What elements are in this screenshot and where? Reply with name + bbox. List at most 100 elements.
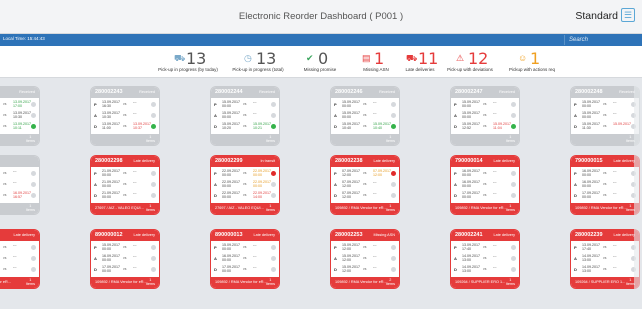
planned-time-value: 00:00 [462,195,471,200]
kpi-value: 0 [318,49,329,68]
order-card[interactable]: 280002248 Received P 15.09.2017 00:00 vs --- A 1… [570,86,640,146]
actual-date-value: --- [613,169,617,173]
status-dot [511,182,516,187]
status-dot [31,193,36,198]
actual-date: --- [613,180,617,184]
actual-date: --- [493,265,497,269]
supplier-label: 109892 / RMA Vendor for eR... [575,206,627,210]
planned-date: 13.09.2017 10:30 [102,111,120,119]
actual-time-value: 10:11 [13,126,22,131]
date-row: Avs--- [0,254,39,264]
status-dot [271,102,276,107]
filter-icon[interactable]: ☰ [621,8,635,22]
status-dot [391,245,396,250]
items-count: 1 Items [26,204,35,213]
search-input[interactable]: Search [564,35,640,45]
kpi-bar: ⛟ 13 Pick-up in progress (by today) ◷ 13 Pick… [0,46,642,78]
actual-time-value: 10:37 [133,126,142,131]
date-row: A 13.09.2017 10:30 vs --- [91,111,159,121]
order-card[interactable]: 890000013 Late delivery P 15.09.2017 00:00 vs… [210,229,280,289]
order-card[interactable]: 890000012 Late delivery P 15.09.2017 00:00 vs… [90,229,160,289]
date-row: A 07.09.2017 12:00 vs --- [331,180,399,190]
order-card[interactable]: Pvs---Avs---Dvs16.09.201716:571Items [0,155,40,215]
card-footer: 27697 / AIZ - VALEO EQUI... 1 Items [91,203,159,214]
actual-date: --- [253,111,257,115]
vs-label: vs [363,171,367,175]
status-badge: Late delivery [133,233,155,237]
status-dot [391,102,396,107]
planned-time-value: 00:00 [102,247,111,252]
order-number: 280002243 [95,89,123,95]
vs-label: vs [603,124,607,128]
supplier-label: 109892 / RMA Vendor for eR... [335,280,387,284]
actual-date: --- [13,169,17,173]
card-header: 790000015 Late delivery [571,156,639,167]
planned-time-value: 00:00 [582,195,591,200]
actual-date: 16.09.2017 16:57 [13,191,31,199]
planned-date: 15.09.2017 12:00 [342,243,360,251]
status-dot [391,113,396,118]
order-card[interactable]: 280002247 Received P 15.09.2017 00:00 vs --- A 1… [450,86,520,146]
planned-date: 07.09.2017 12:00 [342,180,360,188]
user-icon: ☺ [518,53,528,63]
order-card[interactable]: 280002244 Received P 15.09.2017 00:00 vs --- A 1… [210,86,280,146]
kpi-tile[interactable]: ⛟ 13 Pick-up in progress (by today) [148,49,228,77]
vs-label: vs [483,171,487,175]
status-dot [391,256,396,261]
vs-label: vs [603,171,607,175]
actual-time-value: 00:00 [253,184,262,189]
row-key: P [574,102,577,107]
vs-label: vs [123,171,127,175]
card-header: 280002239 Late delivery [571,230,639,241]
actual-date-value: --- [613,180,617,184]
order-card[interactable]: 280002239 Late delivery P 13.09.2017 17:40 vs… [570,229,640,289]
row-key: D [454,267,457,272]
kpi-tile[interactable]: ☺ 1 Pickup with actions req [492,49,572,77]
date-row: P 15.09.2017 12:00 vs --- [331,243,399,253]
kpi-value: 13 [186,49,207,68]
actual-date-value: --- [253,111,257,115]
planned-date: 15.09.2017 00:00 [102,243,120,251]
vs-label: vs [603,193,607,197]
row-key: D [94,193,97,198]
date-row: P 16.09.2017 00:00 vs --- [451,169,519,179]
scroll-fade [634,84,642,309]
actual-date-value: --- [373,180,377,184]
order-card[interactable]: 280002241 Late delivery P 13.09.2017 17:40 vs… [450,229,520,289]
date-row: P 21.09.2017 00:00 vs --- [91,169,159,179]
row-key: D [214,267,217,272]
vs-label: vs [483,267,487,271]
row-key: D [214,124,217,129]
planned-date: 15.09.2017 00:00 [222,243,240,251]
vs-label: vs [483,193,487,197]
order-card[interactable]: 790000014 Late delivery P 16.09.2017 00:00 vs… [450,155,520,215]
card-header: 280002238 Late delivery [331,156,399,167]
order-card[interactable]: 280002243 Received P 13.09.2017 16:30 vs --- A 1… [90,86,160,146]
order-card[interactable]: 280002298 Late delivery P 21.09.2017 00:00 vs… [90,155,160,215]
actual-date: --- [133,254,137,258]
order-card[interactable]: 280002238 Late delivery P 07.09.2017 12:00 vs… [330,155,400,215]
order-card[interactable]: 790000015 Late delivery P 16.09.2017 00:00 vs… [570,155,640,215]
order-card[interactable]: 280002299 In transit P 22.09.2017 00:00 vs 22.… [210,155,280,215]
actual-date-value: --- [133,254,137,258]
order-card[interactable]: 1ReceivedP13.09.201716:30vs13.09.201717:… [0,86,40,146]
planned-date: 15.09.2017 00:00 [342,111,360,119]
status-dot [391,193,396,198]
view-selector[interactable]: Standard [575,10,618,22]
vs-label: vs [603,245,607,249]
planned-time-value: 00:00 [222,247,231,252]
planned-date: 15.09.2017 12:00 [342,254,360,262]
row-key: A [334,256,337,261]
actual-date-value: --- [133,243,137,247]
row-key: A [214,256,217,261]
items-count: 1 Items [146,278,155,287]
status-dot [511,267,516,272]
order-card[interactable]: 280002253 Missing ASN P 15.09.2017 12:00 vs --… [330,229,400,289]
planned-time-value: 10:20 [222,126,231,131]
planned-date: 15.09.2017 11:30 [582,122,600,130]
planned-time-value: 00:00 [582,173,591,178]
order-card[interactable]: 1Late deliveryPvs---Avs---Dvs---RMA Vend… [0,229,40,289]
order-card[interactable]: 280002246 Received P 15.09.2017 00:00 vs --- A 1… [330,86,400,146]
card-footer: 1 Items [0,203,39,214]
row-key: P [214,171,217,176]
